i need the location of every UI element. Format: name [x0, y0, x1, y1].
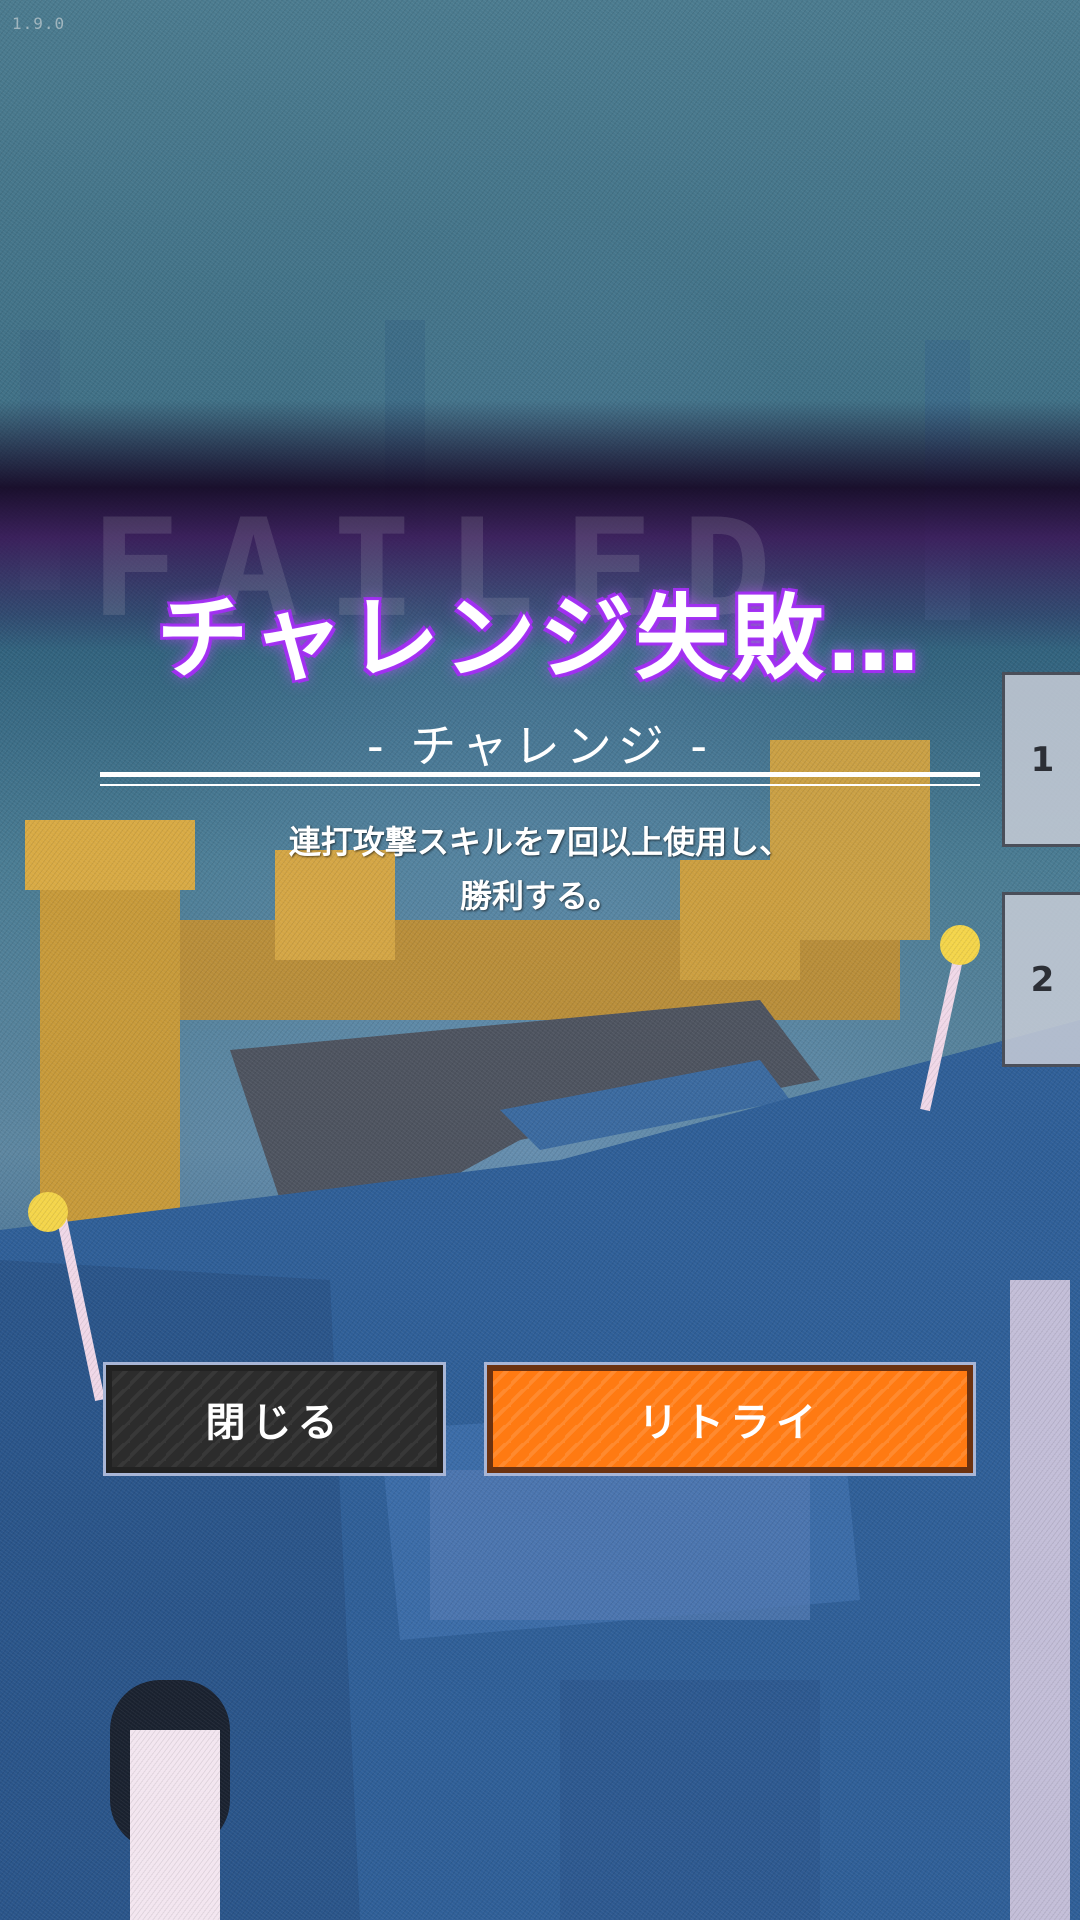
stair-right [1010, 1280, 1070, 1920]
pole-ball [28, 1192, 68, 1232]
divider-line [100, 772, 980, 786]
close-button-label: 閉じる [205, 1400, 344, 1446]
side-tab-1[interactable]: 1 [1002, 672, 1080, 847]
version-label: 1.9.0 [12, 14, 66, 33]
blue-grid-floor [430, 1470, 810, 1620]
archway-light [130, 1730, 220, 1920]
castle-scene [0, 320, 1080, 1920]
description-line-2: 勝利する。 [459, 877, 620, 915]
retry-button-label: リトライ [638, 1400, 822, 1446]
description-line-1: 連打攻撃スキルを7回以上使用し、 [288, 823, 792, 861]
pole-ball [940, 925, 980, 965]
game-background [0, 0, 1080, 1920]
challenge-description: 連打攻撃スキルを7回以上使用し、 勝利する。 [0, 815, 1080, 923]
retry-button[interactable]: リトライ [484, 1362, 976, 1476]
result-title: チャレンジ失敗… [156, 585, 924, 692]
side-tab-2[interactable]: 2 [1002, 892, 1080, 1067]
close-button[interactable]: 閉じる [103, 1362, 446, 1476]
blue-tower-bottom [560, 1680, 820, 1920]
challenge-subtitle: - チャレンジ - [367, 719, 713, 773]
